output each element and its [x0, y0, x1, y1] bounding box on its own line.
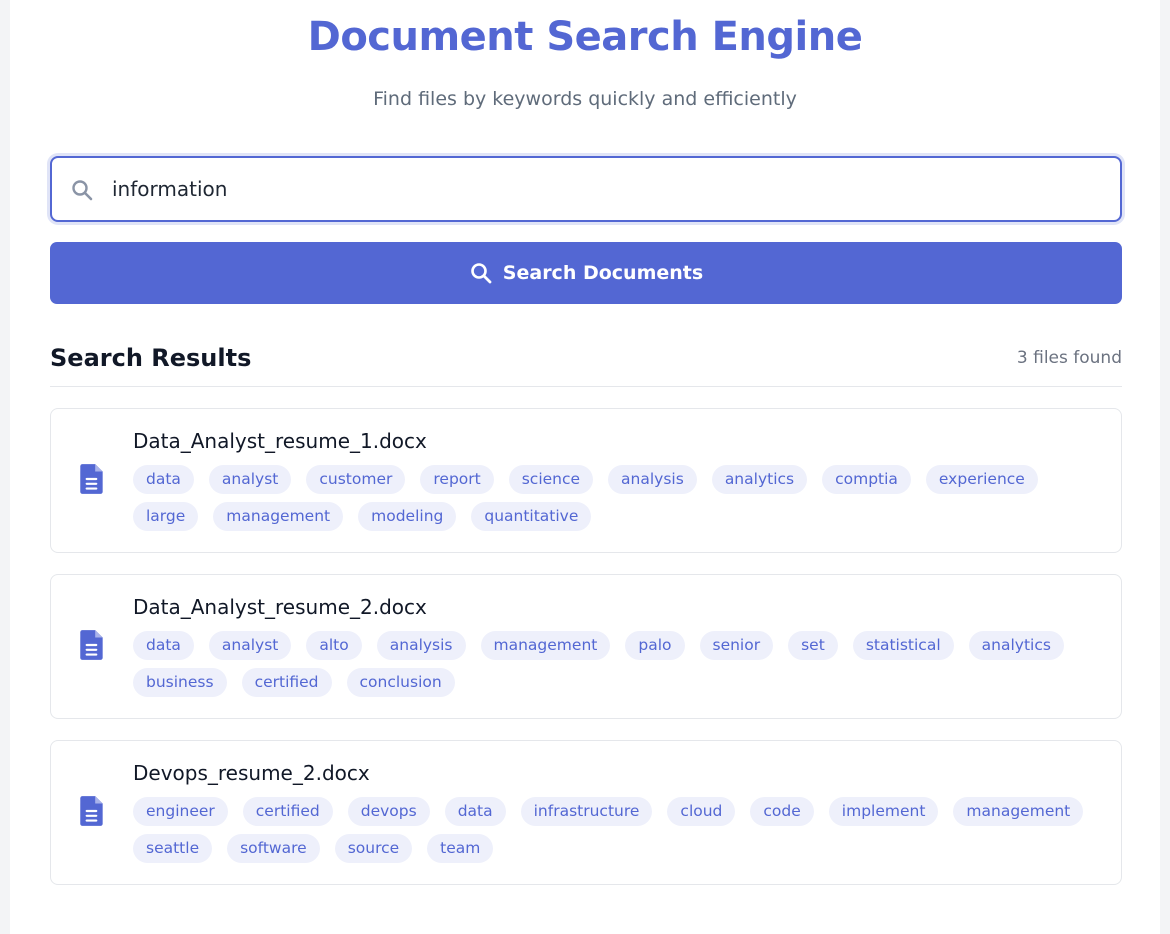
results-title: Search Results	[50, 344, 252, 372]
keyword-tag[interactable]: modeling	[358, 502, 457, 531]
search-documents-button[interactable]: Search Documents	[50, 242, 1122, 304]
keyword-tag[interactable]: analytics	[968, 631, 1064, 660]
keyword-tag[interactable]: certified	[242, 797, 333, 826]
results-divider	[50, 386, 1122, 387]
keyword-tag[interactable]: team	[427, 834, 494, 863]
keyword-tag[interactable]: devops	[347, 797, 430, 826]
keyword-tag[interactable]: data	[444, 797, 506, 826]
result-card[interactable]: Devops_resume_2.docx engineer certified dev…	[50, 740, 1122, 885]
keyword-tag[interactable]: software	[227, 834, 320, 863]
keyword-tag[interactable]: engineer	[133, 797, 228, 826]
search-box[interactable]	[50, 156, 1122, 222]
search-button-label: Search Documents	[502, 262, 704, 284]
page-title: Document Search Engine	[307, 14, 863, 60]
keyword-tags: data analyst customer report science analysis…	[133, 465, 1108, 531]
keyword-tag[interactable]: statistical	[852, 631, 954, 660]
keyword-tag[interactable]: source	[334, 834, 413, 863]
search-input[interactable]	[112, 168, 1102, 210]
keyword-tag[interactable]: business	[133, 668, 227, 697]
keyword-tag[interactable]: science	[508, 465, 594, 494]
keyword-tag[interactable]: analyst	[208, 631, 292, 660]
page-subtitle: Find files by keywords quickly and effic…	[373, 88, 797, 110]
keyword-tag[interactable]: seattle	[133, 834, 213, 863]
results-count: 3 files found	[1016, 348, 1122, 368]
keyword-tags: engineer certified devops data infrastructur…	[133, 797, 1108, 863]
keyword-tag[interactable]: alto	[306, 631, 362, 660]
document-icon	[79, 629, 107, 663]
keyword-tag[interactable]: analyst	[208, 465, 292, 494]
keyword-tag[interactable]: cloud	[667, 797, 736, 826]
keyword-tag[interactable]: set	[788, 631, 838, 660]
result-card[interactable]: Data_Analyst_resume_2.docxdata analyst alt…	[50, 574, 1122, 719]
keyword-tag[interactable]: analysis	[376, 631, 466, 660]
keyword-tag[interactable]: quantitative	[471, 502, 592, 531]
keyword-tags: data analyst alto analysis management palo sen…	[133, 631, 1108, 697]
keyword-tag[interactable]: management	[480, 631, 611, 660]
result-card[interactable]: Data_Analyst_resume_1.docxdata analyst cus…	[50, 408, 1122, 553]
document-icon	[79, 795, 107, 829]
keyword-tag[interactable]: certified	[241, 668, 332, 697]
keyword-tag[interactable]: senior	[699, 631, 774, 660]
keyword-tag[interactable]: code	[750, 797, 814, 826]
keyword-tag[interactable]: conclusion	[346, 668, 455, 697]
search-icon	[470, 263, 492, 284]
file-name[interactable]: Devops_resume_2.docx	[133, 761, 370, 785]
file-name[interactable]: Data_Analyst_resume_2.docx	[133, 595, 427, 619]
keyword-tag[interactable]: comptia	[822, 465, 911, 494]
keyword-tag[interactable]: report	[420, 465, 494, 494]
keyword-tag[interactable]: management	[953, 797, 1084, 826]
keyword-tag[interactable]: palo	[625, 631, 685, 660]
search-icon	[70, 178, 94, 202]
keyword-tag[interactable]: analysis	[608, 465, 697, 494]
keyword-tag[interactable]: management	[213, 502, 344, 531]
keyword-tag[interactable]: large	[133, 502, 199, 531]
keyword-tag[interactable]: data	[133, 631, 194, 660]
keyword-tag[interactable]: infrastructure	[520, 797, 653, 826]
document-icon	[79, 463, 107, 497]
keyword-tag[interactable]: implement	[828, 797, 939, 826]
keyword-tag[interactable]: experience	[925, 465, 1038, 494]
keyword-tag[interactable]: analytics	[711, 465, 808, 494]
keyword-tag[interactable]: customer	[306, 465, 406, 494]
file-name[interactable]: Data_Analyst_resume_1.docx	[133, 429, 427, 453]
keyword-tag[interactable]: data	[133, 465, 194, 494]
